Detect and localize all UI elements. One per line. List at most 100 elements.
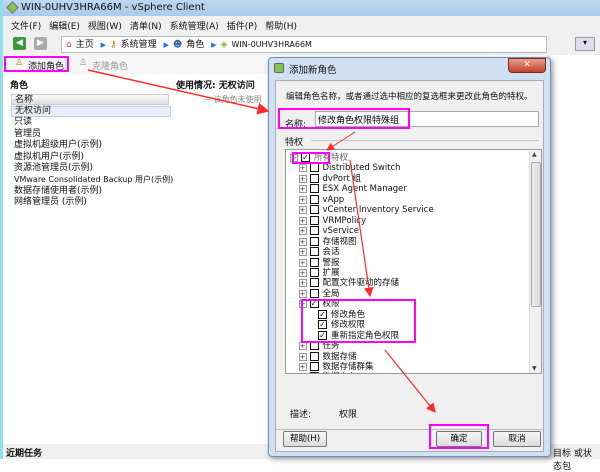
- expand-icon[interactable]: +: [298, 174, 307, 183]
- checkbox[interactable]: [309, 226, 319, 236]
- highlight-box: [292, 152, 330, 164]
- expand-icon[interactable]: +: [298, 342, 307, 351]
- role-item[interactable]: 数据存储使用者(示例): [11, 186, 171, 197]
- dialog-body: 编辑角色名称，或者通过选中相应的复选框来更改此角色的特权。 名称: 特权 −✓所…: [275, 80, 544, 452]
- menu-edit[interactable]: 编辑(E): [49, 19, 80, 32]
- forward-button[interactable]: ▶: [34, 37, 47, 50]
- usage-text: — 该角色未使用: [203, 95, 262, 104]
- tree-node-label: ESX Agent Manager: [322, 184, 407, 195]
- chevron-right-icon: ▶: [211, 41, 217, 49]
- back-button[interactable]: ◀: [13, 37, 26, 50]
- menu-view[interactable]: 视图(W): [88, 19, 122, 32]
- checkbox[interactable]: [309, 267, 319, 277]
- tree-node[interactable]: + ESX Agent Manager: [286, 184, 526, 195]
- crumb-admin[interactable]: 系统管理: [121, 40, 157, 50]
- role-item[interactable]: 虚拟机用户(示例): [11, 152, 171, 163]
- checkbox[interactable]: [309, 351, 319, 361]
- expand-icon[interactable]: +: [298, 164, 307, 173]
- expand-icon[interactable]: +: [298, 206, 307, 215]
- checkbox[interactable]: [309, 362, 319, 371]
- expand-icon[interactable]: +: [298, 237, 307, 246]
- tree-node-label: vApp: [322, 194, 345, 205]
- recent-tasks-label[interactable]: 近期任务: [6, 446, 42, 459]
- crumb-roles[interactable]: 角色: [186, 40, 204, 50]
- expand-icon[interactable]: +: [298, 268, 307, 277]
- clone-role-icon: ♙: [79, 58, 88, 68]
- role-item[interactable]: 无权访问: [11, 106, 171, 118]
- expand-icon[interactable]: +: [298, 248, 307, 257]
- description-value: 权限: [339, 410, 358, 420]
- tree-node[interactable]: + 存储视图: [286, 236, 526, 248]
- tree-node-label: 扩展: [322, 267, 340, 278]
- scroll-down-icon[interactable]: ▼: [532, 365, 537, 372]
- scroll-up-icon[interactable]: ▲: [532, 151, 537, 158]
- scrollbar[interactable]: ▲ ▼: [529, 150, 541, 373]
- roles-header: 角色: [10, 81, 29, 91]
- tree-node[interactable]: + dvPort 组: [286, 173, 526, 185]
- checkbox[interactable]: [309, 288, 319, 298]
- checkbox[interactable]: [309, 194, 319, 204]
- crumb-host[interactable]: WIN-0UHV3HRA66M: [231, 40, 311, 49]
- checkbox[interactable]: [309, 173, 319, 183]
- menu-plugins[interactable]: 插件(P): [227, 19, 257, 32]
- menu-inventory[interactable]: 清单(N): [130, 19, 162, 32]
- expand-icon[interactable]: +: [298, 258, 307, 267]
- expand-icon[interactable]: +: [298, 227, 307, 236]
- tree-node[interactable]: + 配置文件驱动的存储: [286, 278, 526, 289]
- crumb-home[interactable]: 主页: [76, 40, 94, 50]
- expand-icon[interactable]: +: [298, 289, 307, 298]
- title-bar: WIN-0UHV3HRA66M - vSphere Client: [0, 0, 600, 16]
- checkbox[interactable]: [309, 205, 319, 215]
- tree-node[interactable]: + VRMPolicy: [286, 215, 526, 227]
- checkbox[interactable]: [309, 247, 319, 257]
- expand-icon[interactable]: +: [298, 352, 307, 361]
- checkbox[interactable]: [309, 236, 319, 246]
- checkbox[interactable]: [309, 215, 319, 225]
- home-icon: ⌂: [66, 40, 72, 50]
- checkbox[interactable]: [309, 184, 319, 194]
- tree-node[interactable]: + 数据存储群集: [286, 362, 526, 373]
- tree-node[interactable]: + vCenter Inventory Service: [286, 205, 526, 216]
- expand-icon[interactable]: +: [298, 195, 307, 204]
- checkbox[interactable]: [309, 257, 319, 267]
- tree-node-label: 全局: [322, 288, 340, 299]
- tree-node[interactable]: + 数据存储: [286, 351, 526, 363]
- divider: [311, 140, 539, 141]
- checkbox[interactable]: [309, 372, 319, 373]
- clone-role-button[interactable]: 克隆角色: [92, 59, 128, 72]
- role-item[interactable]: 只读: [11, 117, 171, 128]
- tree-node[interactable]: + 会话: [286, 247, 526, 258]
- role-item[interactable]: 管理员: [11, 129, 171, 140]
- cancel-button[interactable]: 取消: [493, 431, 541, 447]
- expand-icon[interactable]: +: [298, 279, 307, 288]
- menu-file[interactable]: 文件(F): [11, 19, 41, 32]
- role-item[interactable]: VMware Consolidated Backup 用户(示例): [11, 174, 173, 185]
- search-scope-dropdown[interactable]: ▾: [575, 37, 595, 51]
- dialog-title: 添加新角色: [289, 65, 337, 76]
- expand-icon[interactable]: +: [299, 373, 307, 374]
- tree-node[interactable]: + 扩展: [286, 267, 526, 279]
- tree-node[interactable]: + 警报: [286, 257, 526, 269]
- menu-help[interactable]: 帮助(H): [265, 19, 297, 32]
- tree-node[interactable]: + Distributed Switch: [286, 163, 526, 174]
- menu-admin[interactable]: 系统管理(A): [170, 19, 219, 32]
- expand-icon[interactable]: +: [298, 216, 307, 225]
- tree-node[interactable]: + vApp: [286, 194, 526, 206]
- column-header-name[interactable]: 名称: [11, 94, 169, 105]
- role-item[interactable]: 网络管理员 (示例): [11, 197, 171, 208]
- users-icon: ☻: [172, 40, 183, 50]
- expand-icon[interactable]: +: [298, 363, 307, 371]
- role-item[interactable]: 资源池管理员(示例): [11, 163, 171, 174]
- tree-node-label: 数据中心: [323, 372, 357, 373]
- checkbox[interactable]: [309, 163, 319, 173]
- tree-node-label: 数据存储: [322, 351, 357, 362]
- tree-node[interactable]: + vService: [286, 226, 526, 237]
- role-item[interactable]: 虚拟机超级用户(示例): [11, 140, 171, 151]
- scroll-thumb[interactable]: [531, 162, 541, 307]
- help-button[interactable]: 帮助(H): [283, 431, 327, 447]
- expand-icon[interactable]: +: [298, 185, 307, 194]
- close-button[interactable]: ✕: [508, 58, 546, 73]
- checkbox[interactable]: [309, 278, 319, 288]
- tree-node[interactable]: + 全局: [286, 288, 526, 300]
- tree-node[interactable]: + 数据中心: [286, 372, 526, 374]
